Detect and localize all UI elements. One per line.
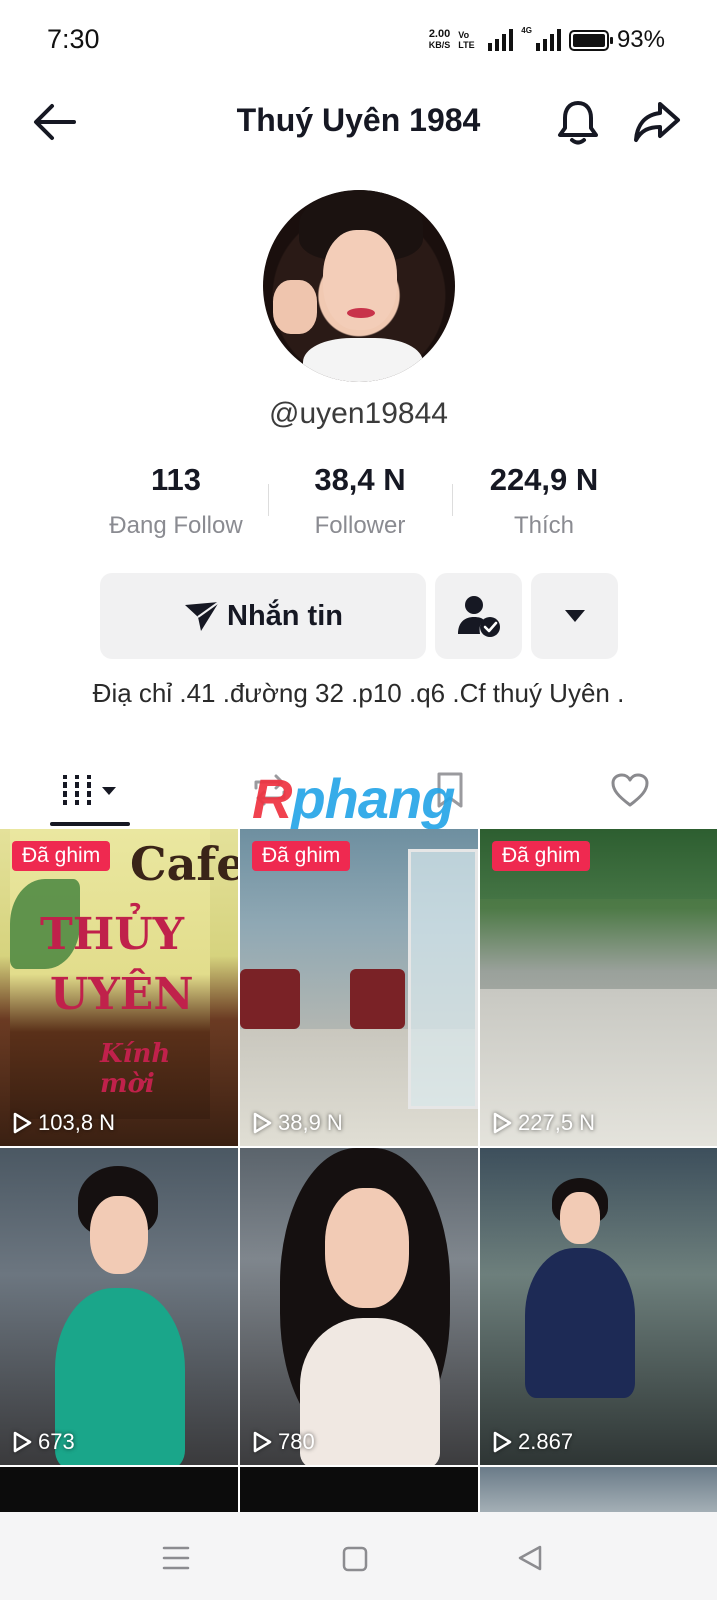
- view-count-text: 780: [278, 1429, 315, 1454]
- signal-1-icon: [488, 29, 514, 51]
- battery-icon: [568, 29, 613, 51]
- network-speed-unit: KB/S: [428, 40, 451, 50]
- stat-following[interactable]: 113 Đang Follow: [84, 462, 268, 540]
- view-count-text: 673: [38, 1429, 75, 1454]
- system-back-button[interactable]: [512, 1540, 548, 1576]
- triangle-back-icon: [518, 1545, 542, 1571]
- bell-icon: [558, 101, 598, 145]
- view-count-text: 227,5 N: [518, 1110, 596, 1135]
- recent-apps-button[interactable]: [158, 1540, 194, 1576]
- share-icon: [634, 102, 680, 142]
- pinned-badge: Đã ghim: [12, 841, 111, 871]
- battery-percent: 93%: [616, 26, 665, 53]
- volte-indicator: Vo LTE: [458, 30, 475, 50]
- play-icon: [253, 1112, 272, 1134]
- pinned-badge: Đã ghim: [252, 841, 351, 871]
- page-title: Thuý Uyên 1984: [236, 102, 481, 138]
- play-icon: [13, 1112, 32, 1134]
- video-thumbnail[interactable]: 2.867: [480, 1148, 717, 1465]
- view-count: 2.867: [492, 1429, 573, 1455]
- watermark-logo: Rphang: [252, 767, 455, 830]
- video-thumbnail[interactable]: 780: [240, 1148, 478, 1465]
- tab-videos[interactable]: [50, 768, 130, 812]
- send-icon: [185, 601, 220, 631]
- stat-likes[interactable]: 224,9 N Thích: [452, 462, 636, 540]
- share-button[interactable]: [632, 100, 682, 144]
- video-thumbnail[interactable]: Cafe THỦY UYÊN Kính mời Đã ghim 103,8 N: [0, 829, 238, 1146]
- profile-bio: Điạ chỉ .41 .đường 32 .p10 .q6 .Cf thuý …: [92, 678, 625, 708]
- stat-value: 38,4 N: [314, 462, 406, 497]
- home-button[interactable]: [336, 1540, 372, 1576]
- stat-followers[interactable]: 38,4 N Follower: [268, 462, 452, 540]
- play-icon: [253, 1431, 272, 1453]
- profile-stats: 113 Đang Follow 38,4 N Follower 224,9 N …: [84, 462, 636, 540]
- status-icons: 2.00 KB/S Vo LTE 4G 93%: [429, 26, 665, 54]
- play-icon: [13, 1431, 32, 1453]
- sign-text-line3: Kính mời: [100, 1039, 171, 1099]
- active-tab-indicator: [50, 822, 130, 826]
- sign-text-cafe: Cafe: [130, 837, 238, 891]
- view-count-text: 103,8 N: [38, 1110, 116, 1135]
- square-icon: [342, 1546, 368, 1572]
- stat-label: Đang Follow: [109, 512, 243, 539]
- system-nav-bar: [0, 1512, 717, 1600]
- view-count: 227,5 N: [492, 1110, 595, 1136]
- user-check-icon: [457, 596, 500, 637]
- pinned-badge: Đã ghim: [492, 841, 591, 871]
- username: @uyen19844: [269, 397, 448, 430]
- tab-liked[interactable]: [600, 768, 660, 812]
- view-count: 103,8 N: [12, 1110, 115, 1136]
- friend-status-button[interactable]: [435, 573, 522, 659]
- message-button[interactable]: Nhắn tin: [100, 573, 426, 659]
- status-time: 7:30: [47, 24, 100, 54]
- sign-text-line1: THỦY: [40, 909, 185, 960]
- video-thumbnail[interactable]: Đã ghim 38,9 N: [240, 829, 478, 1146]
- play-icon: [493, 1112, 512, 1134]
- avatar[interactable]: [263, 190, 455, 382]
- video-thumbnail[interactable]: [0, 1467, 238, 1513]
- video-thumbnail[interactable]: 673: [0, 1148, 238, 1465]
- view-count: 673: [12, 1429, 75, 1455]
- network-speed: 2.00 KB/S: [429, 29, 451, 51]
- signal-2-icon: [535, 29, 561, 51]
- network-speed-value: 2.00: [428, 28, 451, 40]
- play-icon: [493, 1431, 512, 1453]
- profile-header: Thuý Uyên 1984: [0, 80, 717, 164]
- view-count-text: 2.867: [518, 1429, 574, 1454]
- video-thumbnail[interactable]: [480, 1467, 717, 1513]
- more-options-button[interactable]: [531, 573, 618, 659]
- heart-icon: [611, 773, 649, 807]
- stat-value: 224,9 N: [489, 462, 599, 497]
- view-count-text: 38,9 N: [278, 1110, 343, 1135]
- network-type: 4G: [521, 26, 532, 35]
- cafe-sign: Cafe THỦY UYÊN Kính mời: [10, 829, 238, 1119]
- stat-label: Follower: [314, 512, 406, 539]
- stat-value: 113: [150, 462, 201, 497]
- view-count: 780: [252, 1429, 315, 1455]
- stat-label: Thích: [513, 512, 575, 539]
- caret-down-icon: [564, 610, 585, 622]
- message-button-label: Nhắn tin: [227, 599, 343, 632]
- grid-icon: [60, 775, 116, 805]
- video-thumbnail[interactable]: [240, 1467, 478, 1513]
- video-thumbnail[interactable]: Đã ghim 227,5 N: [480, 829, 717, 1146]
- sign-text-line2: UYÊN: [50, 969, 194, 1020]
- notification-button[interactable]: [555, 98, 601, 146]
- menu-icon: [162, 1546, 190, 1570]
- status-bar: 7:30 2.00 KB/S Vo LTE 4G 93%: [0, 0, 717, 80]
- view-count: 38,9 N: [252, 1110, 343, 1136]
